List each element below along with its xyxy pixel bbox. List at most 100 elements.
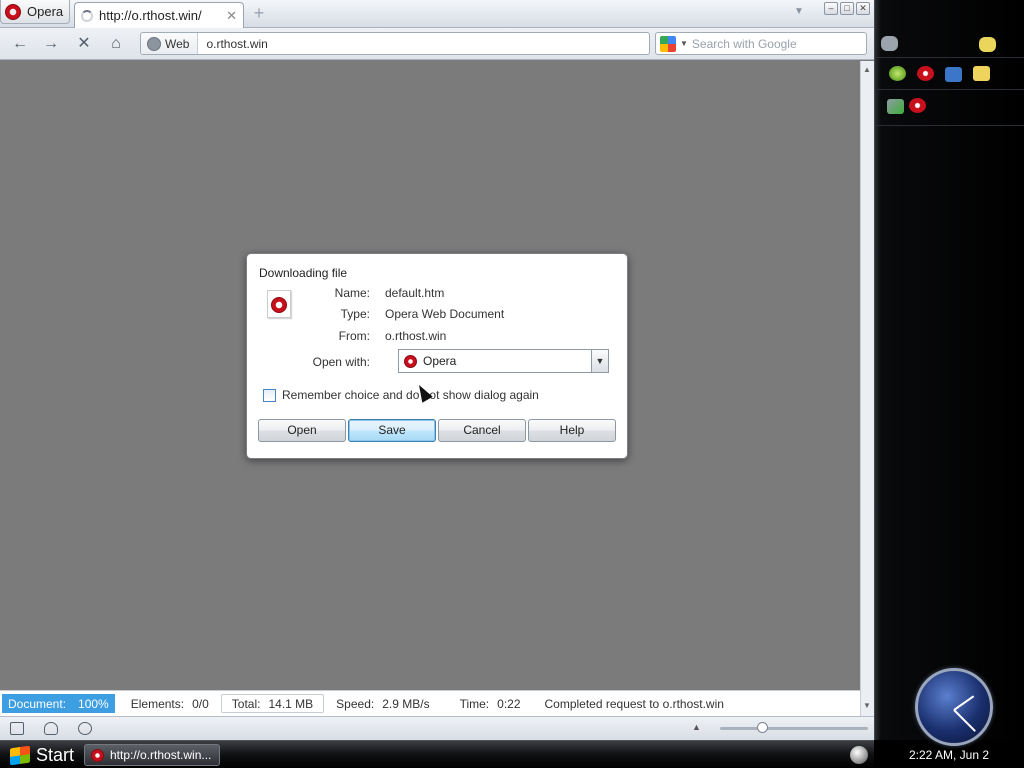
taskbar-item-opera[interactable]: http://o.rthost.win...: [84, 744, 220, 766]
scroll-down-icon[interactable]: ▼: [863, 701, 871, 710]
remember-choice-checkbox[interactable]: [263, 388, 276, 402]
opera-menu-label: Opera: [27, 4, 64, 19]
type-label: Type:: [340, 307, 370, 321]
status-document: Document: 100%: [2, 694, 115, 713]
dialog-title: Downloading file: [259, 266, 348, 280]
tab-title: http://o.rthost.win/: [99, 8, 202, 23]
help-button[interactable]: Help: [528, 419, 616, 442]
home-button[interactable]: ⌂: [105, 34, 127, 54]
download-dialog: Downloading file Name: default.htm Type:…: [246, 253, 628, 459]
clock-label: 2:22 AM, Jun 2: [908, 748, 990, 762]
status-document-value: 100%: [78, 696, 109, 711]
close-window-button[interactable]: ✕: [856, 2, 870, 15]
status-total-value: 14.1 MB: [268, 696, 314, 711]
opera-tray-icon-2[interactable]: [909, 98, 926, 113]
address-bar[interactable]: Web o.rthost.win: [140, 32, 650, 55]
zoom-slider-thumb[interactable]: [756, 722, 768, 733]
address-input[interactable]: o.rthost.win: [198, 37, 267, 51]
type-value: Opera Web Document: [385, 307, 505, 321]
unite-icon[interactable]: [44, 722, 58, 735]
sidebar-tray-row-1: [875, 58, 1024, 90]
search-field[interactable]: ▼ Search with Google: [655, 32, 867, 55]
dialog-from-row: From: o.rthost.win: [247, 329, 447, 343]
dialog-type-row: Type: Opera Web Document: [247, 307, 505, 321]
taskbar: Start http://o.rthost.win...: [0, 740, 874, 768]
notes-icon[interactable]: [973, 66, 990, 81]
name-value: default.htm: [385, 286, 445, 300]
dropdown-chevron-icon[interactable]: ▼: [591, 350, 608, 372]
opera-logo-icon: [5, 3, 21, 20]
remember-choice-label[interactable]: Remember choice and do not show dialog a…: [282, 388, 539, 402]
windows-logo-icon: [10, 745, 30, 765]
tab-active[interactable]: http://o.rthost.win/ ✕: [74, 2, 244, 28]
address-zone-badge[interactable]: Web: [141, 33, 199, 54]
navigation-bar: ← → ✕ ⌂ Web o.rthost.win ▼ Search with G…: [0, 28, 874, 60]
notification-icon[interactable]: [979, 37, 996, 52]
loading-spinner-icon: [81, 9, 93, 22]
taskbar-item-label: http://o.rthost.win...: [110, 748, 212, 762]
vertical-scrollbar[interactable]: ▲ ▼: [860, 61, 874, 716]
open-with-label: Open with:: [312, 355, 370, 369]
turbo-icon[interactable]: [78, 722, 92, 735]
cancel-button[interactable]: Cancel: [438, 419, 526, 442]
name-label: Name:: [334, 286, 370, 300]
forward-button[interactable]: →: [40, 34, 62, 54]
opera-taskbar-icon: [91, 748, 104, 762]
tab-bar: Opera http://o.rthost.win/ ✕ + ▼ – □ ✕: [0, 0, 874, 28]
sidebar-tray-row-2: [875, 90, 1024, 126]
status-speed-label: Speed:: [336, 696, 375, 711]
panel-toggle-icon[interactable]: [10, 722, 24, 735]
zoom-slider[interactable]: [720, 722, 868, 733]
security-status-icon[interactable]: [889, 66, 906, 81]
tab-close-icon[interactable]: ✕: [226, 8, 237, 24]
status-total: Total: 14.1 MB: [220, 694, 325, 713]
stop-button[interactable]: ✕: [73, 34, 95, 54]
system-tray-orb-icon[interactable]: [850, 746, 868, 764]
from-value: o.rthost.win: [385, 329, 447, 343]
clock-minute-hand: [953, 709, 976, 732]
status-total-label: Total:: [231, 696, 261, 711]
open-button[interactable]: Open: [258, 419, 346, 442]
shield-check-icon[interactable]: [887, 99, 904, 114]
new-tab-button[interactable]: +: [250, 4, 268, 23]
status-time-value: 0:22: [497, 696, 521, 711]
window-controls: – □ ✕: [824, 2, 870, 15]
dialog-open-with-row: Open with:: [247, 355, 385, 369]
tab-menu-chevron-icon[interactable]: ▼: [794, 6, 804, 17]
start-button[interactable]: Start: [0, 741, 76, 768]
scroll-up-icon[interactable]: ▲: [863, 65, 871, 74]
from-label: From:: [338, 329, 370, 343]
status-message: Completed request to o.rthost.win: [544, 696, 724, 711]
zoom-menu-chevron-icon[interactable]: ▲: [692, 722, 701, 732]
back-button[interactable]: ←: [9, 34, 31, 54]
open-with-select[interactable]: Opera ▼: [398, 349, 609, 373]
address-zone-label: Web: [165, 36, 190, 51]
search-engine-chevron-icon[interactable]: ▼: [680, 39, 688, 48]
status-elements: Elements: 0/0: [115, 691, 217, 716]
windows-sidebar: [874, 0, 1024, 746]
opera-tray-icon[interactable]: [917, 66, 934, 81]
minimize-button[interactable]: –: [824, 2, 838, 15]
globe-icon: [147, 36, 161, 51]
status-elements-label: Elements:: [130, 696, 185, 711]
start-label: Start: [36, 744, 75, 765]
monitor-icon[interactable]: [945, 67, 962, 82]
save-button[interactable]: Save: [348, 419, 436, 442]
clock-hour-hand: [953, 695, 975, 711]
status-elements-value: 0/0: [192, 696, 209, 711]
remember-choice-option[interactable]: Remember choice and do not show dialog a…: [263, 388, 539, 402]
search-input[interactable]: Search with Google: [692, 37, 797, 51]
status-bar: Document: 100% Elements: 0/0 Total: 14.1…: [0, 690, 860, 716]
opera-menu-button[interactable]: Opera: [0, 0, 70, 24]
opera-app-icon: [404, 354, 417, 368]
status-time-label: Time:: [459, 696, 490, 711]
bottom-toolbar: ▲: [0, 716, 874, 740]
dialog-name-row: Name: default.htm: [247, 286, 445, 300]
analog-clock-gadget[interactable]: [915, 668, 993, 746]
maximize-button[interactable]: □: [840, 2, 854, 15]
dialog-buttons: Open Save Cancel Help: [258, 419, 616, 442]
chat-bubble-icon[interactable]: [881, 36, 898, 51]
status-speed: Speed: 2.9 MB/s: [328, 691, 437, 716]
google-icon[interactable]: [660, 35, 676, 52]
open-with-value: Opera: [423, 354, 457, 368]
